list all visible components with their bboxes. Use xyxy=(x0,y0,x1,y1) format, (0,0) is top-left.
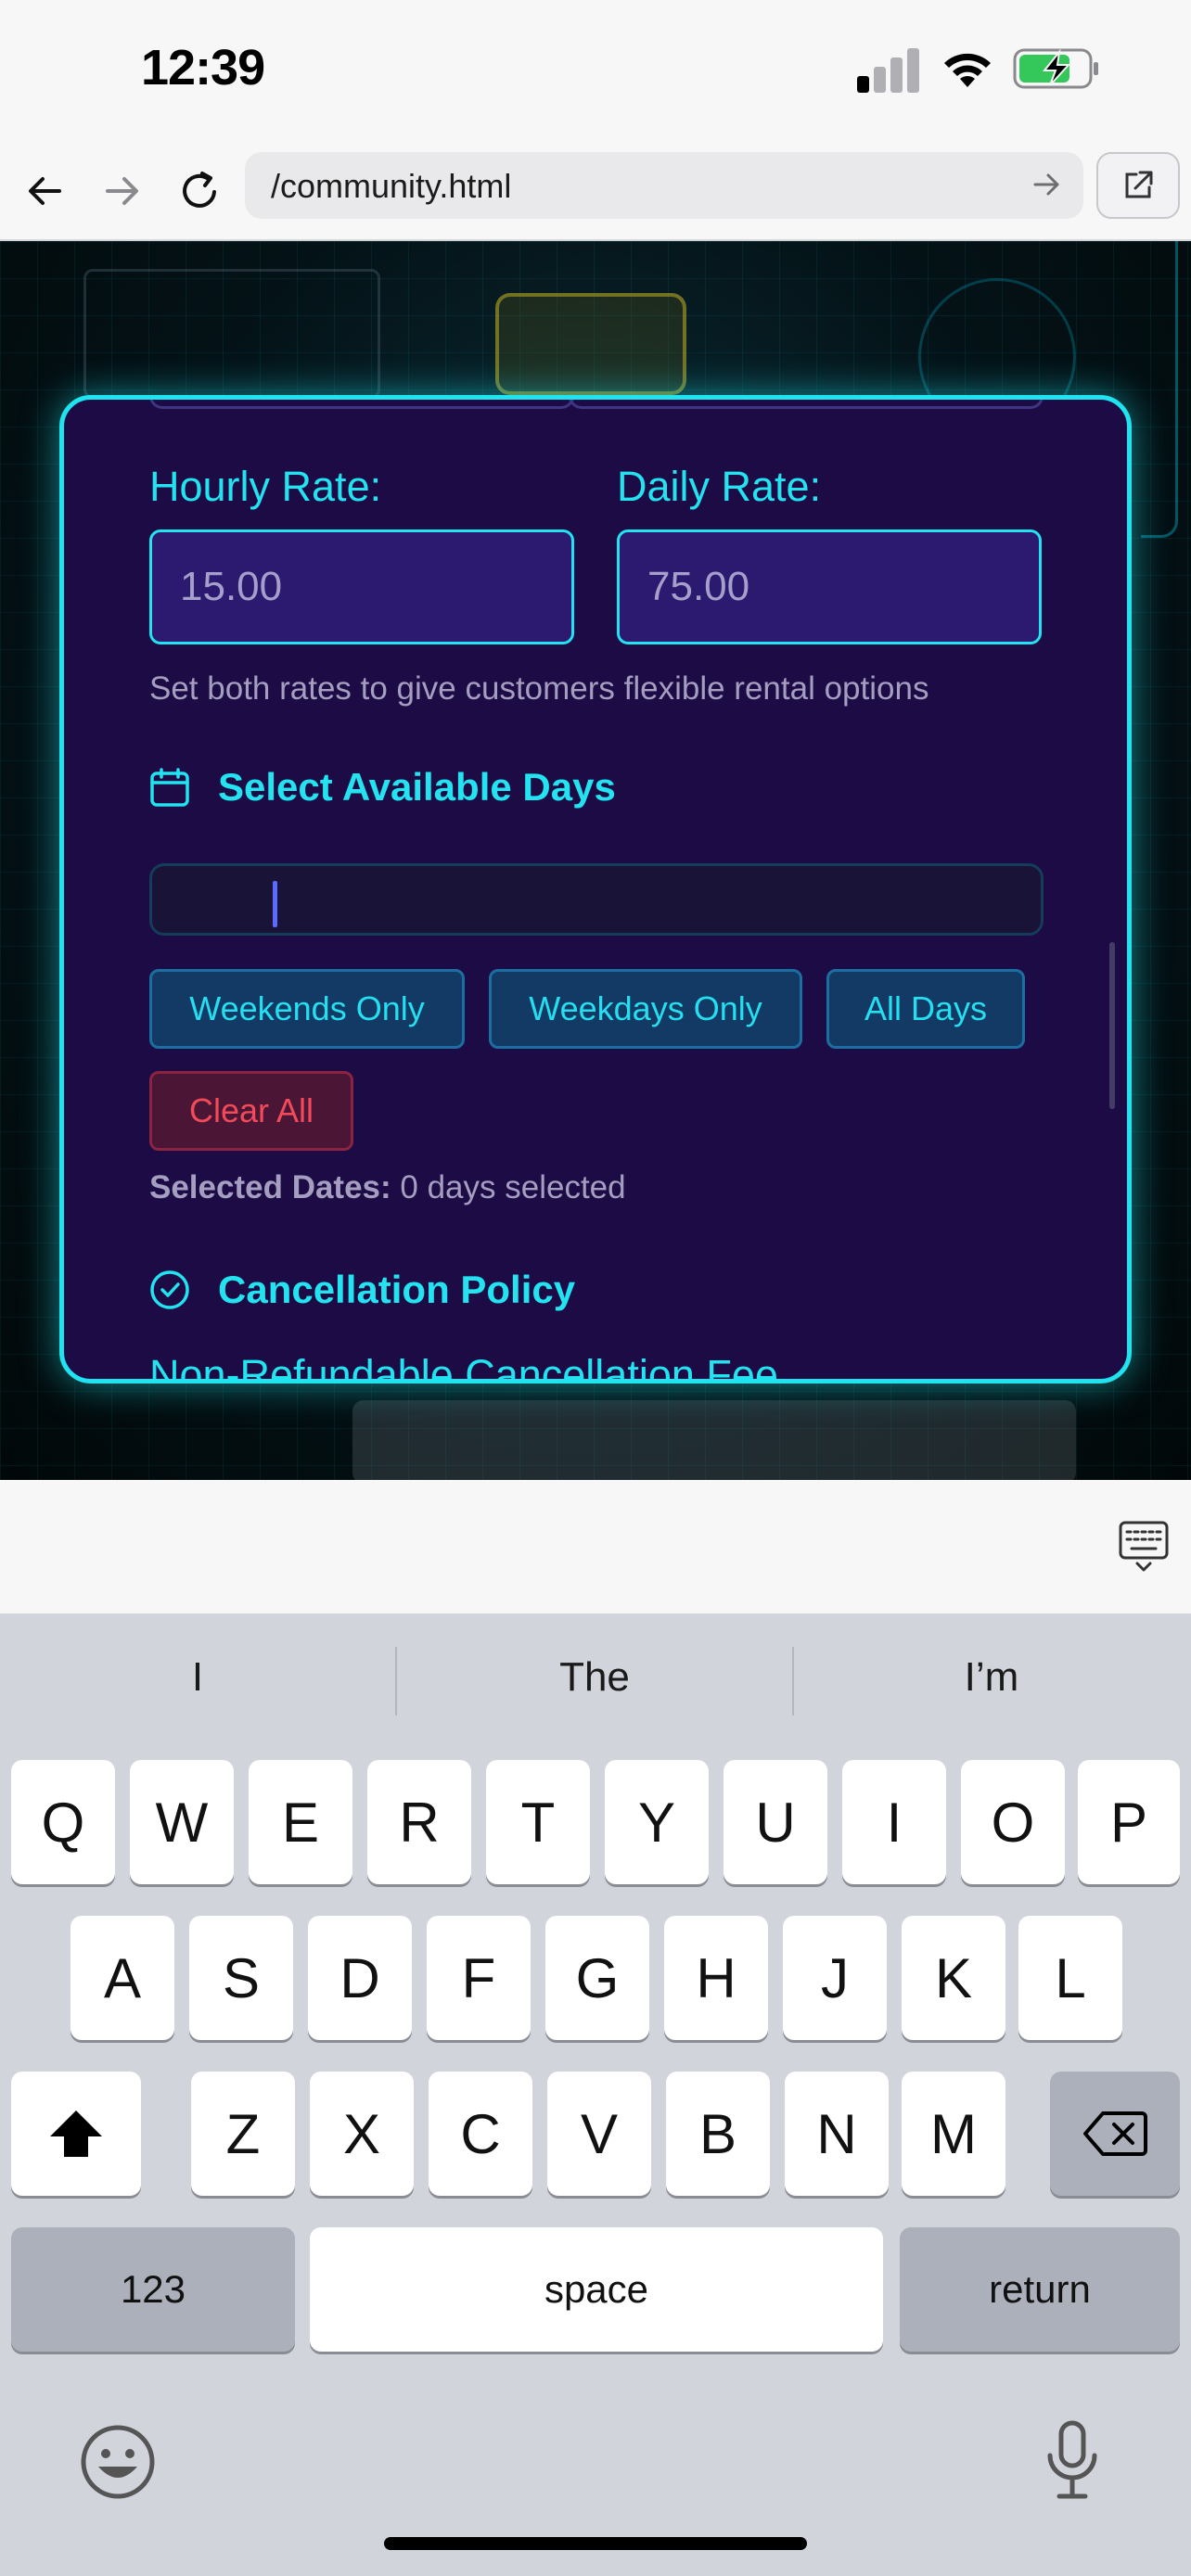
background-decoration xyxy=(83,269,380,399)
all-days-button[interactable]: All Days xyxy=(826,969,1025,1049)
return-key[interactable]: return xyxy=(900,2227,1180,2352)
back-button[interactable] xyxy=(17,163,72,219)
wifi-icon xyxy=(944,53,991,87)
key-y[interactable]: Y xyxy=(605,1760,709,1884)
emoji-icon[interactable] xyxy=(80,2424,156,2500)
arrow-left-icon xyxy=(29,177,61,205)
suggestion-item[interactable]: I’m xyxy=(794,1654,1189,1701)
key-b[interactable]: B xyxy=(666,2072,770,2196)
suggestion-item[interactable]: The xyxy=(397,1654,792,1701)
hourly-rate-label: Hourly Rate: xyxy=(149,463,382,510)
on-screen-keyboard: I The I’m Q W E R T Y U I O P A S D F G … xyxy=(0,1613,1191,2576)
shift-key[interactable] xyxy=(11,2072,141,2196)
cancellation-fee-label: Non-Refundable Cancellation Fee xyxy=(149,1351,778,1384)
daily-rate-label: Daily Rate: xyxy=(617,463,822,510)
shift-icon xyxy=(50,2111,102,2157)
daily-rate-input[interactable] xyxy=(617,529,1042,644)
available-days-heading: Select Available Days xyxy=(149,765,616,810)
background-decoration xyxy=(1141,241,1178,538)
status-bar: 12:39 xyxy=(0,0,1191,139)
key-p[interactable]: P xyxy=(1078,1760,1180,1884)
key-c[interactable]: C xyxy=(429,2072,532,2196)
backspace-icon xyxy=(1083,2111,1147,2156)
key-h[interactable]: H xyxy=(664,1916,768,2040)
key-s[interactable]: S xyxy=(189,1916,293,2040)
battery-charging-icon xyxy=(1013,48,1098,89)
key-d[interactable]: D xyxy=(308,1916,412,2040)
url-bar[interactable]: /community.html xyxy=(245,152,1083,219)
scrollbar[interactable] xyxy=(1109,942,1115,1109)
browser-toolbar: /community.html xyxy=(0,139,1191,241)
page-background: Hourly Rate: Daily Rate: Set both rates … xyxy=(0,241,1191,1480)
key-z[interactable]: Z xyxy=(191,2072,295,2196)
numbers-key[interactable]: 123 xyxy=(11,2227,295,2352)
key-j[interactable]: J xyxy=(783,1916,887,2040)
text-cursor xyxy=(273,881,277,927)
home-indicator xyxy=(384,2537,807,2550)
status-time: 12:39 xyxy=(141,40,265,96)
weekends-only-button[interactable]: Weekends Only xyxy=(149,969,465,1049)
keyboard-dismiss-icon[interactable] xyxy=(1119,1521,1169,1573)
key-w[interactable]: W xyxy=(130,1760,234,1884)
date-picker-input[interactable] xyxy=(149,863,1044,936)
background-decoration xyxy=(352,1400,1076,1480)
key-a[interactable]: A xyxy=(70,1916,174,2040)
selected-dates-value: 0 days selected xyxy=(400,1169,626,1205)
cancellation-policy-title: Cancellation Policy xyxy=(218,1268,576,1311)
key-e[interactable]: E xyxy=(249,1760,352,1884)
microphone-icon[interactable] xyxy=(1044,2420,1100,2500)
delete-key[interactable] xyxy=(1050,2072,1180,2196)
key-g[interactable]: G xyxy=(545,1916,649,2040)
arrow-right-icon xyxy=(106,177,138,205)
keyboard-accessory-bar xyxy=(0,1480,1191,1613)
reload-button[interactable] xyxy=(173,163,228,219)
hourly-rate-input[interactable] xyxy=(149,529,574,644)
external-link-icon xyxy=(1125,171,1153,198)
clear-all-button[interactable]: Clear All xyxy=(149,1071,353,1151)
suggestion-bar: I The I’m xyxy=(0,1613,1191,1753)
suggestion-item[interactable]: I xyxy=(0,1654,395,1701)
open-external-button[interactable] xyxy=(1096,152,1180,219)
reload-icon xyxy=(183,172,216,208)
key-l[interactable]: L xyxy=(1018,1916,1122,2040)
key-o[interactable]: O xyxy=(961,1760,1065,1884)
check-circle-icon xyxy=(150,1270,189,1309)
key-r[interactable]: R xyxy=(367,1760,471,1884)
key-k[interactable]: K xyxy=(902,1916,1005,2040)
url-text: /community.html xyxy=(271,167,512,205)
weekdays-only-button[interactable]: Weekdays Only xyxy=(489,969,802,1049)
rates-hint: Set both rates to give customers flexibl… xyxy=(149,670,929,707)
key-u[interactable]: U xyxy=(724,1760,827,1884)
key-f[interactable]: F xyxy=(427,1916,531,2040)
forward-button[interactable] xyxy=(95,163,150,219)
available-days-title: Select Available Days xyxy=(218,765,616,809)
cellular-signal-icon xyxy=(857,45,920,93)
background-decoration xyxy=(495,293,686,395)
key-m[interactable]: M xyxy=(902,2072,1005,2196)
key-t[interactable]: T xyxy=(486,1760,590,1884)
key-i[interactable]: I xyxy=(842,1760,946,1884)
selected-dates-summary: Selected Dates: 0 days selected xyxy=(149,1169,626,1206)
previous-field-edge xyxy=(569,400,1044,409)
go-arrow-icon[interactable] xyxy=(1031,169,1063,200)
cancellation-policy-heading: Cancellation Policy xyxy=(149,1268,575,1312)
previous-field-edge xyxy=(149,400,574,409)
key-v[interactable]: V xyxy=(547,2072,651,2196)
space-key[interactable]: space xyxy=(310,2227,883,2352)
calendar-icon xyxy=(150,768,189,807)
selected-dates-label: Selected Dates: xyxy=(149,1169,391,1205)
listing-form-modal: Hourly Rate: Daily Rate: Set both rates … xyxy=(59,395,1132,1384)
key-n[interactable]: N xyxy=(785,2072,889,2196)
key-q[interactable]: Q xyxy=(11,1760,115,1884)
key-x[interactable]: X xyxy=(310,2072,414,2196)
